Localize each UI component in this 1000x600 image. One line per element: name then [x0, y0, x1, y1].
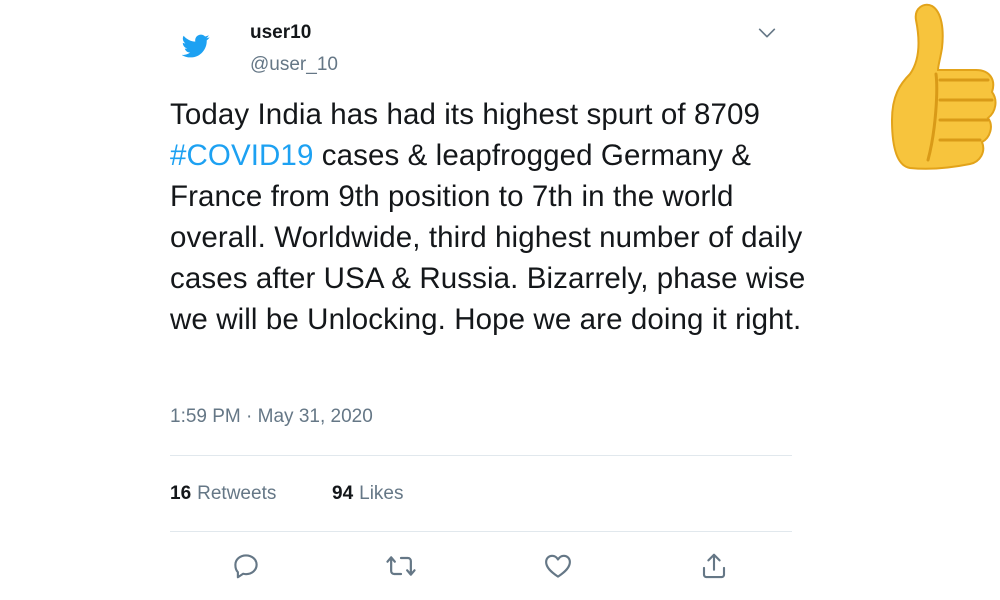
author-display-name[interactable]: user10	[250, 22, 311, 44]
retweets-label: Retweets	[197, 483, 277, 504]
divider	[170, 455, 792, 456]
tweet-timestamp[interactable]: 1:59 PM · May 31, 2020	[170, 406, 373, 428]
retweets-count: 16	[170, 483, 192, 504]
hashtag-link[interactable]: #COVID19	[170, 139, 313, 172]
retweets-stat[interactable]: 16 Retweets	[170, 483, 276, 505]
share-button[interactable]	[696, 548, 732, 584]
thumbs-up-icon	[890, 3, 997, 170]
heart-icon	[545, 554, 571, 578]
retweet-button[interactable]	[383, 548, 419, 584]
author-handle[interactable]: @user_10	[250, 54, 338, 76]
retweet-icon	[386, 556, 416, 576]
like-button[interactable]	[540, 548, 576, 584]
tweet-text-part: Today India has had its highest spurt of…	[170, 98, 760, 131]
chevron-down-icon[interactable]	[756, 22, 778, 44]
likes-count: 94	[332, 483, 354, 504]
likes-label: Likes	[359, 483, 404, 504]
divider	[170, 531, 792, 532]
likes-stat[interactable]: 94 Likes	[332, 483, 404, 505]
tweet-card: user10 @user_10 Today India has had its …	[170, 0, 805, 600]
reply-icon	[234, 554, 258, 579]
tweet-text: Today India has had its highest spurt of…	[170, 94, 810, 340]
share-icon	[702, 553, 726, 579]
twitter-bird-icon	[182, 34, 210, 58]
reply-button[interactable]	[228, 548, 264, 584]
tweet-actions	[170, 548, 792, 584]
